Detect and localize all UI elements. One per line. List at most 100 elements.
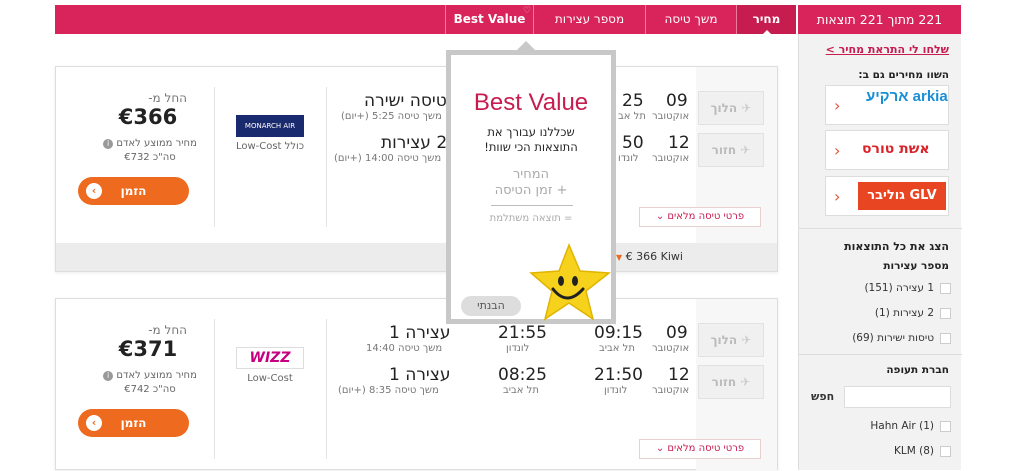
inbound-button[interactable]: חזור ✈ bbox=[698, 133, 764, 167]
checkbox[interactable] bbox=[940, 332, 951, 344]
outbound-stops: טיסה ישירה bbox=[364, 91, 447, 111]
inbound-day: 12 bbox=[668, 133, 690, 153]
provider-eshet-tours[interactable]: ‹ אשת טורס bbox=[825, 130, 949, 170]
inbound-arr-time: 08:25 bbox=[498, 365, 547, 385]
provider-arkia[interactable]: ‹ arkia ארקיע bbox=[825, 85, 949, 125]
outbound-month: אוקטובר bbox=[652, 343, 690, 354]
tab-stops[interactable]: מספר עצירות bbox=[533, 5, 645, 34]
airline-logo: WIZZ bbox=[236, 347, 304, 369]
results-count: 221 מתוך 221 תוצאות bbox=[798, 5, 961, 34]
per-person-label: מחיר ממוצע לאדם i bbox=[84, 370, 216, 381]
checkbox[interactable] bbox=[940, 445, 951, 457]
price-value: €371 bbox=[118, 337, 178, 361]
details-button[interactable]: פרטי טיסה מלאים ⌄ bbox=[639, 207, 761, 227]
plane-icon: ✈ bbox=[741, 333, 752, 347]
price-from-label: החל מ- bbox=[148, 323, 187, 337]
provider-logo: GLV גוליבר bbox=[858, 182, 946, 210]
provider-gulliver[interactable]: ‹ GLV גוליבר bbox=[825, 176, 949, 216]
option-label: (8) KLM bbox=[893, 445, 934, 457]
outbound-month: אוקטובר bbox=[652, 111, 690, 122]
airline-option[interactable]: (8) KLM bbox=[894, 445, 951, 457]
outbound-arr-city: לונדון bbox=[506, 343, 530, 354]
stops-heading: מספר עצירות bbox=[883, 260, 949, 272]
outbound-dep-time: 25 bbox=[622, 91, 644, 111]
total-price: סה"כ €742 bbox=[124, 384, 176, 395]
stops-option[interactable]: טיסות ישירות (69) bbox=[852, 332, 951, 344]
inbound-dep-city: לונדון bbox=[604, 385, 628, 396]
tab-duration[interactable]: משך טיסה bbox=[645, 5, 736, 34]
divider bbox=[491, 205, 573, 206]
info-icon: i bbox=[103, 371, 114, 381]
price-value: €366 bbox=[118, 105, 178, 129]
outbound-dep-city: תל אב bbox=[618, 111, 646, 122]
result-card: החל מ- €366 מחיר ממוצע לאדם i סה"כ €732 … bbox=[55, 66, 778, 272]
info-icon: i bbox=[103, 139, 114, 149]
outbound-dep-city: תל אביב bbox=[599, 343, 635, 354]
outbound-day: 09 bbox=[666, 91, 688, 111]
inbound-month: אוקטובר bbox=[652, 153, 690, 164]
chevron-down-icon: ⌄ bbox=[655, 211, 665, 222]
divider bbox=[214, 319, 215, 459]
provider-logo: אשת טורס bbox=[862, 141, 930, 157]
outbound-stops: עצירה 1 bbox=[389, 323, 451, 343]
chevron-left-icon: ‹ bbox=[834, 96, 841, 115]
show-all-link[interactable]: הצג את כל התוצאות bbox=[844, 240, 949, 253]
checkbox[interactable] bbox=[940, 282, 951, 294]
airline-label: Low-Cost כולל bbox=[235, 141, 305, 152]
chevron-left-icon: ‹ bbox=[86, 183, 102, 199]
inbound-dep-time: 21:50 bbox=[594, 365, 643, 385]
chevron-left-icon: ‹ bbox=[834, 187, 841, 206]
stops-option[interactable]: 2 עצירות (1) bbox=[875, 307, 951, 319]
price-from-label: החל מ- bbox=[148, 91, 187, 105]
airline-search-input[interactable] bbox=[844, 386, 951, 408]
inbound-dep-city: לונדו bbox=[618, 153, 639, 164]
got-it-button[interactable]: הבנתי bbox=[461, 296, 521, 316]
heart-icon: ♡ bbox=[523, 6, 532, 16]
inbound-duration: משך טיסה 14:00 (+יום) bbox=[334, 153, 442, 164]
outbound-button[interactable]: הלוך ✈ bbox=[698, 91, 764, 125]
details-button[interactable]: פרטי טיסה מלאים ⌄ bbox=[639, 439, 761, 459]
plane-icon: ✈ bbox=[740, 143, 751, 157]
outbound-day: 09 bbox=[666, 323, 688, 343]
checkbox[interactable] bbox=[940, 307, 951, 319]
option-label: 1 עצירה (151) bbox=[864, 282, 934, 294]
divider bbox=[326, 87, 327, 227]
best-value-popover: Best Value שכללנו עבורך את התוצאות הכי שו… bbox=[446, 41, 616, 324]
outbound-duration: משך טיסה 14:40 bbox=[366, 343, 443, 354]
sort-bar: מחיר משך טיסה מספר עצירות Best Value ♡ bbox=[55, 5, 796, 35]
option-label: טיסות ישירות (69) bbox=[852, 332, 934, 344]
airline-option[interactable]: (1) Hahn Air bbox=[870, 420, 951, 432]
price-alert-link[interactable]: שלחו לי התראת מחיר > bbox=[826, 43, 949, 56]
plane-icon: ✈ bbox=[741, 101, 752, 115]
outbound-arr-time: 21:55 bbox=[498, 323, 547, 343]
airline-heading: חברת תעופה bbox=[886, 364, 949, 376]
tab-best-value[interactable]: Best Value bbox=[445, 5, 533, 34]
inbound-button[interactable]: חזור ✈ bbox=[698, 365, 764, 399]
popover-formula: המחיר + זמן הטיסה bbox=[494, 167, 568, 198]
inbound-stops: עצירה 1 bbox=[389, 365, 451, 385]
option-label: 2 עצירות (1) bbox=[874, 307, 934, 319]
outbound-duration: משך טיסה 5:25 (+יום) bbox=[341, 111, 442, 122]
airline-label: Low-Cost bbox=[247, 373, 293, 384]
chevron-left-icon: ‹ bbox=[86, 415, 102, 431]
stops-option[interactable]: 1 עצירה (151) bbox=[864, 282, 951, 294]
popover-text: שכללנו עבורך את התוצאות הכי שוות! bbox=[484, 125, 578, 154]
inbound-month: אוקטובר bbox=[652, 385, 690, 396]
result-card: החל מ- €371 מחיר ממוצע לאדם i סה"כ €742 … bbox=[55, 298, 778, 471]
divider bbox=[214, 87, 215, 227]
other-provider-price[interactable]: ▼ € 366 Kiwi bbox=[616, 250, 683, 263]
tab-price[interactable]: מחיר bbox=[736, 5, 796, 35]
checkbox[interactable] bbox=[940, 420, 951, 432]
book-button[interactable]: ‹ הזמן bbox=[78, 409, 189, 437]
airline-logo: MONARCH AIR bbox=[236, 115, 304, 137]
outbound-button[interactable]: הלוך ✈ bbox=[698, 323, 764, 357]
divider bbox=[799, 354, 962, 355]
compare-heading: השוו מחירים גם ב: bbox=[858, 69, 949, 81]
outbound-dep-time: 09:15 bbox=[594, 323, 643, 343]
book-button[interactable]: ‹ הזמן bbox=[78, 177, 189, 205]
inbound-duration: משך טיסה 8:35 (+יום) bbox=[338, 385, 439, 396]
triangle-down-icon: ▼ bbox=[616, 253, 623, 262]
sidebar: שלחו לי התראת מחיר > השוו מחירים גם ב: ‹… bbox=[798, 34, 962, 470]
divider bbox=[326, 319, 327, 459]
divider bbox=[799, 228, 962, 229]
